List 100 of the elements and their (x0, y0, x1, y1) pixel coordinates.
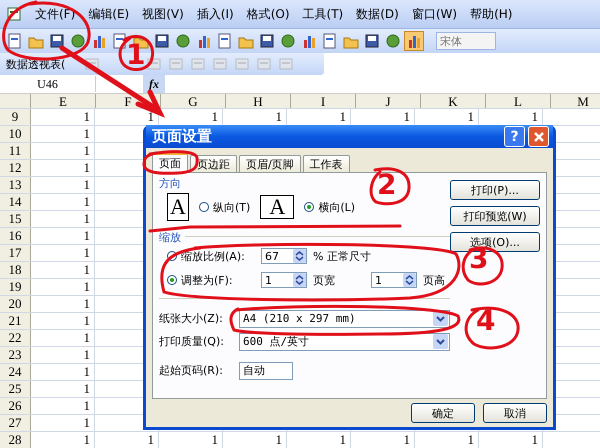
column-header[interactable]: G (161, 94, 226, 108)
row-header[interactable]: 27 (0, 415, 31, 431)
row-header[interactable]: 25 (0, 381, 31, 397)
row-header[interactable]: 17 (0, 245, 31, 261)
function-button[interactable]: fx (143, 75, 165, 93)
dialog-button[interactable]: 打印(P)... (450, 180, 540, 200)
cell-value: 1 (84, 177, 90, 192)
cell-value: 1 (212, 432, 218, 447)
row-header[interactable]: 9 (0, 109, 31, 125)
cell-value: 1 (84, 381, 90, 396)
cell-value: 1 (84, 313, 90, 328)
cell-value: 1 (340, 432, 346, 447)
page-icon: A (167, 193, 189, 221)
spin-field[interactable]: 67 (261, 248, 307, 264)
cell-value: 1 (84, 330, 90, 345)
cell-value: 1 (532, 109, 538, 124)
page-icon: A (260, 195, 294, 219)
row-header[interactable]: 14 (0, 194, 31, 210)
dropdown[interactable]: A4 (210 x 297 mm) (239, 310, 450, 328)
cell-value: 1 (468, 109, 474, 124)
row-header[interactable]: 20 (0, 296, 31, 312)
cell-value: 1 (84, 228, 90, 243)
tab[interactable]: 页边距 (190, 155, 237, 172)
menu-item[interactable]: 插入(I) (196, 6, 234, 22)
cell-value: 1 (148, 432, 154, 447)
spin-field[interactable]: 1 (261, 272, 307, 288)
dialog-button[interactable]: 确定 (411, 403, 475, 423)
font-field[interactable]: 宋体 (436, 32, 496, 50)
radio-option[interactable]: 调整为(F): (167, 272, 255, 288)
radio-option[interactable]: 纵向(T) (199, 200, 250, 214)
column-header[interactable]: K (421, 94, 486, 108)
column-header[interactable]: L (486, 94, 551, 108)
cell-value: 1 (84, 432, 90, 447)
scale-suffix: % 正常尺寸 (313, 248, 371, 264)
annotation-number: 2 (377, 170, 396, 200)
menu-item[interactable]: 工具(T) (302, 6, 344, 22)
save-icon[interactable] (48, 32, 66, 50)
tab[interactable]: 页面 (152, 153, 188, 172)
menu-item[interactable]: 格式(O) (246, 6, 290, 22)
pages-tall-label: 页高 (423, 272, 445, 288)
cell-value: 1 (84, 279, 90, 294)
menu-item[interactable]: 窗口(W) (412, 6, 458, 22)
tab[interactable]: 页眉/页脚 (239, 155, 301, 172)
column-header[interactable]: E (31, 94, 96, 108)
dialog-title: 页面设置 (152, 127, 213, 146)
spin-field[interactable]: 1 (371, 272, 417, 288)
row-header[interactable]: 12 (0, 160, 31, 176)
menu-item[interactable]: 编辑(E) (88, 6, 130, 22)
column-header[interactable]: I (291, 94, 356, 108)
close-button[interactable] (528, 126, 549, 147)
cell-value: 1 (340, 109, 346, 124)
cell-value: 1 (84, 245, 90, 260)
column-header[interactable]: H (226, 94, 291, 108)
column-header[interactable]: J (356, 94, 421, 108)
radio-option[interactable]: 横向(L) (304, 200, 356, 214)
column-header[interactable]: M (551, 94, 600, 108)
spin-arrows-icon (293, 249, 306, 263)
dialog-button[interactable]: 打印预览(W) (450, 206, 540, 226)
cell-value: 1 (84, 211, 90, 226)
row-header[interactable]: 18 (0, 262, 31, 278)
cell-value: 1 (84, 296, 90, 311)
group-label: 方向 (159, 177, 181, 190)
cell-value: 1 (276, 432, 282, 447)
radio-option[interactable]: 缩放比例(A): (167, 248, 255, 264)
close-icon (532, 130, 544, 142)
row-header[interactable]: 22 (0, 330, 31, 346)
row-header[interactable]: 10 (0, 126, 31, 142)
row-header[interactable]: 15 (0, 211, 31, 227)
row-header[interactable]: 23 (0, 347, 31, 363)
field-label: 纸张大小(Z): (159, 311, 224, 326)
row-header[interactable]: 11 (0, 143, 31, 159)
menu-item[interactable]: 视图(V) (142, 6, 184, 22)
row-header[interactable]: 19 (0, 279, 31, 295)
dialog-button[interactable]: 取消 (483, 403, 547, 423)
cell-value: 1 (84, 126, 90, 141)
annotation-number: 1 (126, 40, 146, 70)
column-header[interactable]: F (96, 94, 161, 108)
row-header[interactable]: 13 (0, 177, 31, 193)
annotation-number: 4 (476, 306, 496, 336)
text-field[interactable]: 自动 (239, 362, 293, 380)
help-button[interactable]: ? (504, 126, 525, 147)
tab[interactable]: 工作表 (302, 155, 350, 172)
row-header[interactable]: 28 (0, 432, 31, 448)
group-label: 缩放 (159, 231, 181, 244)
cell-value: 1 (276, 109, 282, 124)
row-header[interactable]: 26 (0, 398, 31, 414)
cell-value: 1 (532, 432, 538, 447)
drawing-icon[interactable] (405, 32, 423, 50)
menu-item[interactable]: 帮助(H) (470, 6, 512, 22)
cell-value: 1 (84, 262, 90, 277)
row-header[interactable]: 24 (0, 364, 31, 380)
field-label: 起始页码(R): (159, 363, 224, 378)
name-box[interactable]: U46 (0, 76, 96, 92)
cell-value: 1 (84, 143, 90, 158)
menu-item[interactable]: 数据(D) (356, 6, 399, 22)
cell-value: 1 (212, 109, 218, 124)
row-header[interactable]: 21 (0, 313, 31, 329)
row-header[interactable]: 16 (0, 228, 31, 244)
cell-value: 1 (404, 432, 410, 447)
cell-value: 1 (404, 109, 410, 124)
